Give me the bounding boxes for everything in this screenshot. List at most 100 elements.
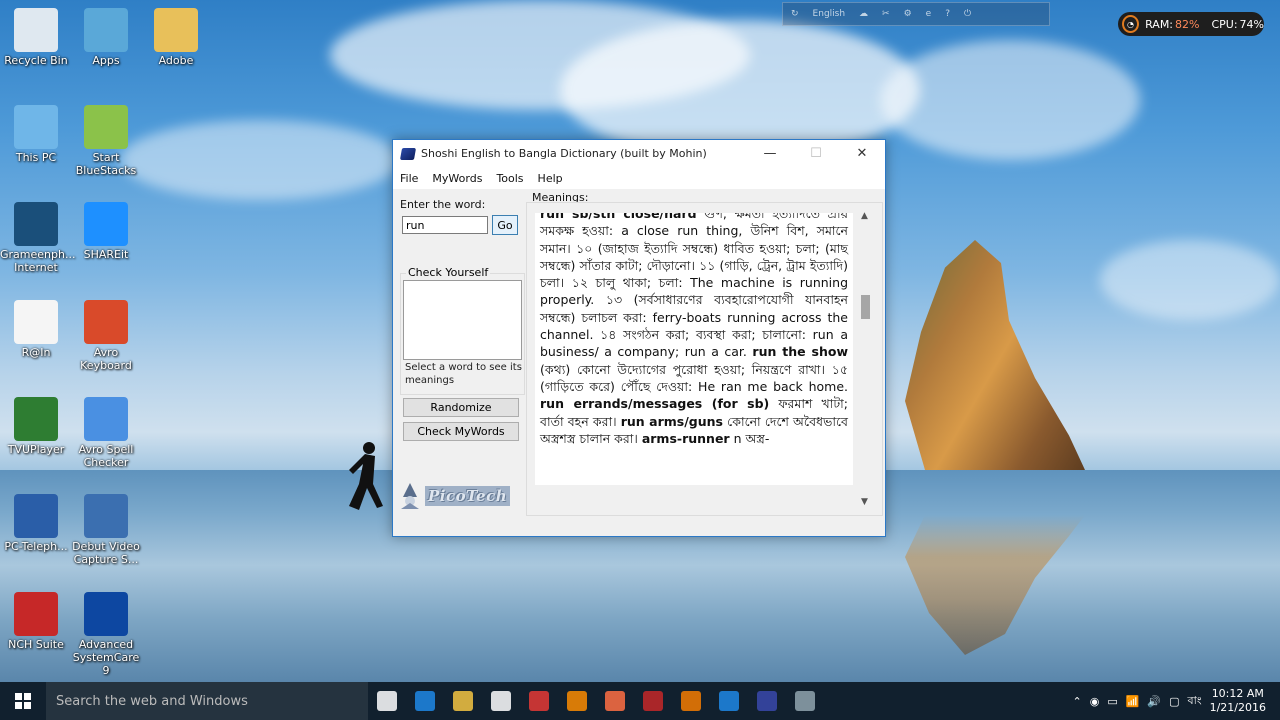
shareit-icon bbox=[84, 202, 128, 246]
check-yourself-group: Check Yourself Select a word to see its … bbox=[400, 266, 525, 395]
desktop-icon[interactable]: Adobe bbox=[140, 8, 212, 67]
desktop-icon[interactable]: SHAREit bbox=[70, 202, 142, 261]
power-icon[interactable]: ⏻ bbox=[964, 9, 971, 19]
desktop-icon[interactable]: Avro Spell Checker bbox=[70, 397, 142, 469]
cloud-icon[interactable]: ☁ bbox=[859, 9, 868, 19]
system-monitor[interactable]: ◔ RAM: 82% CPU: 74% bbox=[1118, 12, 1264, 36]
store-icon bbox=[491, 691, 511, 711]
taskbar-app[interactable] bbox=[406, 682, 444, 720]
check-yourself-list[interactable] bbox=[403, 280, 522, 360]
text-file-icon bbox=[14, 300, 58, 344]
desktop-icon-label: R@In bbox=[21, 346, 51, 359]
desktop-icon[interactable]: PC-Teleph... bbox=[0, 494, 72, 553]
desktop-icon-label: Start BlueStacks bbox=[75, 151, 137, 177]
menu-tools[interactable]: Tools bbox=[489, 172, 530, 185]
cpu-label: CPU: bbox=[1211, 17, 1238, 31]
headword: run errands/messages (for sb) bbox=[540, 396, 770, 412]
wizard-icon bbox=[401, 483, 419, 509]
refresh-icon[interactable]: ↻ bbox=[791, 9, 799, 19]
language-indicator[interactable]: বাং bbox=[1188, 692, 1202, 711]
taskbar-app[interactable] bbox=[596, 682, 634, 720]
meanings-panel[interactable]: run sb/sth close/hard গুণ, ক্ষমতা ইত্যাদ… bbox=[526, 202, 883, 516]
word-input[interactable] bbox=[402, 216, 488, 234]
desktop-icon-label: NCH Suite bbox=[8, 638, 64, 651]
speedometer-icon: ◔ bbox=[1122, 15, 1140, 33]
desktop-icon[interactable]: TVUPlayer bbox=[0, 397, 72, 456]
desktop-icon-label: TVUPlayer bbox=[7, 443, 65, 456]
rock-formation bbox=[905, 240, 1085, 470]
go-button[interactable]: Go bbox=[492, 215, 518, 235]
taskbar-app[interactable] bbox=[482, 682, 520, 720]
desktop-icon[interactable]: Grameenph... Internet bbox=[0, 202, 75, 274]
menu-file[interactable]: File bbox=[393, 172, 425, 185]
desktop-icon[interactable]: Advanced SystemCare 9 bbox=[70, 592, 142, 677]
taskbar-app[interactable] bbox=[672, 682, 710, 720]
ie-icon[interactable]: e bbox=[926, 9, 932, 19]
desktop-icon[interactable]: Recycle Bin bbox=[0, 8, 72, 67]
word-label: Enter the word: bbox=[400, 198, 486, 211]
clock-time: 10:12 AM bbox=[1211, 687, 1264, 700]
headword: run arms/guns bbox=[620, 413, 723, 429]
check-mywords-button[interactable]: Check MyWords bbox=[403, 422, 519, 441]
help-icon[interactable]: ? bbox=[945, 9, 950, 19]
desktop-icon[interactable]: NCH Suite bbox=[0, 592, 72, 651]
top-quick-toolbar[interactable]: ↻ English ☁ ✂ ⚙ e ? ⏻ bbox=[782, 2, 1050, 26]
gear-icon[interactable]: ⚙ bbox=[904, 9, 912, 19]
desktop-icon[interactable]: Debut Video Capture S... bbox=[70, 494, 142, 566]
desktop-icon[interactable]: Avro Keyboard bbox=[70, 300, 142, 372]
language-label[interactable]: English bbox=[813, 9, 846, 19]
battery-icon[interactable]: ▭ bbox=[1107, 695, 1117, 708]
desktop-icon-label: Adobe bbox=[158, 54, 194, 67]
minimize-button[interactable]: — bbox=[747, 140, 793, 167]
wifi-icon[interactable]: 📶 bbox=[1126, 695, 1140, 708]
scroll-thumb[interactable] bbox=[861, 295, 870, 319]
bluestacks-icon bbox=[84, 105, 128, 149]
scroll-up-icon[interactable]: ▲ bbox=[861, 211, 868, 221]
menu-help[interactable]: Help bbox=[531, 172, 570, 185]
search-box[interactable]: Search the web and Windows bbox=[46, 682, 368, 720]
scroll-down-icon[interactable]: ▼ bbox=[861, 497, 868, 507]
headword: run sb/sth close/hard bbox=[540, 213, 697, 221]
randomize-button[interactable]: Randomize bbox=[403, 398, 519, 417]
xampp-icon bbox=[567, 691, 587, 711]
edge-icon bbox=[415, 691, 435, 711]
taskbar-app[interactable] bbox=[710, 682, 748, 720]
taskbar-app[interactable] bbox=[444, 682, 482, 720]
meanings-content: run sb/sth close/hard গুণ, ক্ষমতা ইত্যাদ… bbox=[535, 213, 853, 485]
meanings-text: run sb/sth close/hard গুণ, ক্ষমতা ইত্যাদ… bbox=[535, 213, 853, 447]
menu-mywords[interactable]: MyWords bbox=[425, 172, 489, 185]
task-view-icon bbox=[377, 691, 397, 711]
desktop-icon[interactable]: This PC bbox=[0, 105, 72, 164]
volume-icon[interactable]: 🔊 bbox=[1147, 695, 1161, 708]
close-button[interactable]: ✕ bbox=[839, 140, 885, 167]
headword: run the show bbox=[752, 344, 849, 360]
menu-bar: File MyWords Tools Help bbox=[393, 167, 885, 189]
title-bar[interactable]: Shoshi English to Bangla Dictionary (bui… bbox=[393, 140, 885, 167]
chevron-up-icon[interactable]: ⌃ bbox=[1072, 695, 1081, 708]
desktop-icon[interactable]: R@In bbox=[0, 300, 72, 359]
meanings-scrollbar[interactable]: ▲ ▼ bbox=[857, 211, 877, 507]
clock[interactable]: 10:12 AM 1/21/2016 bbox=[1210, 687, 1266, 715]
network-icon[interactable]: ◉ bbox=[1090, 695, 1100, 708]
desktop-icon[interactable]: Apps bbox=[70, 8, 142, 67]
taskbar-app[interactable] bbox=[368, 682, 406, 720]
dictionary-window[interactable]: Shoshi English to Bangla Dictionary (bui… bbox=[392, 139, 886, 537]
picotech-logo: PicoTech bbox=[395, 480, 521, 512]
taskbar-app[interactable] bbox=[634, 682, 672, 720]
folder-icon bbox=[154, 8, 198, 52]
desktop-icon-label: Avro Keyboard bbox=[80, 346, 132, 372]
taskbar-app[interactable] bbox=[786, 682, 824, 720]
notification-icon[interactable]: ▢ bbox=[1169, 695, 1179, 708]
runner-silhouette bbox=[349, 442, 383, 510]
maximize-button[interactable]: ☐ bbox=[793, 140, 839, 167]
desktop-icon[interactable]: Start BlueStacks bbox=[70, 105, 142, 177]
taskbar-app[interactable] bbox=[748, 682, 786, 720]
firefox-icon bbox=[605, 691, 625, 711]
start-button[interactable] bbox=[0, 682, 46, 720]
explorer-icon bbox=[453, 691, 473, 711]
tools-icon[interactable]: ✂ bbox=[882, 9, 890, 19]
taskbar-app[interactable] bbox=[520, 682, 558, 720]
headword: arms-runner bbox=[641, 430, 730, 446]
check-yourself-legend: Check Yourself bbox=[406, 266, 491, 279]
taskbar-app[interactable] bbox=[558, 682, 596, 720]
